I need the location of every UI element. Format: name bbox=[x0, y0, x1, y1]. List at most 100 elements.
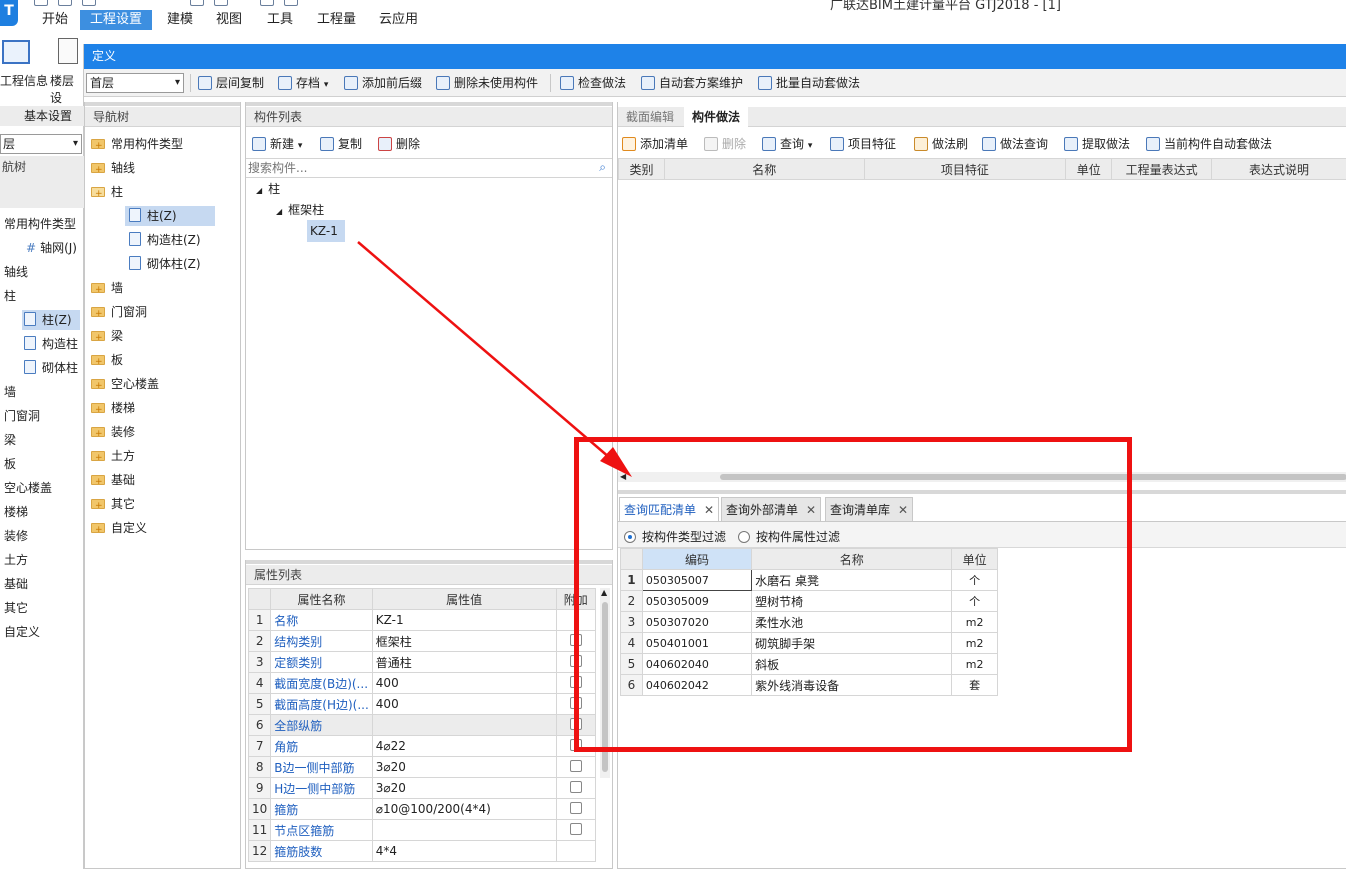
query-name[interactable]: 砌筑脚手架 bbox=[751, 632, 953, 654]
partial-item-decoration[interactable]: 装修 bbox=[4, 526, 28, 546]
partial-item-stairs[interactable]: 楼梯 bbox=[4, 502, 28, 522]
property-extra-checkbox[interactable] bbox=[569, 696, 582, 709]
check-method-button[interactable]: 检查做法 bbox=[560, 74, 626, 92]
nav-item-earthwork[interactable]: 土方 bbox=[91, 446, 135, 468]
query-code[interactable]: 050401001 bbox=[641, 632, 753, 654]
property-value[interactable]: 400 bbox=[371, 693, 557, 715]
component-search-input[interactable] bbox=[248, 160, 588, 176]
property-value[interactable]: 4⌀22 bbox=[371, 735, 557, 757]
property-extra-checkbox[interactable] bbox=[569, 780, 582, 793]
nav-item-common[interactable]: 常用构件类型 bbox=[91, 134, 183, 156]
new-component-button[interactable]: 新建 ▾ bbox=[252, 135, 302, 153]
delete-component-button[interactable]: 删除 bbox=[378, 135, 420, 153]
nav-item-stairs[interactable]: 楼梯 bbox=[91, 398, 135, 420]
filter-by-attribute-option[interactable]: 按构件属性过滤 bbox=[738, 528, 840, 545]
close-icon[interactable]: ✕ bbox=[704, 503, 714, 517]
scroll-left-icon[interactable]: ◀ bbox=[620, 472, 626, 482]
tab-modeling[interactable]: 建模 bbox=[157, 10, 203, 30]
tab-component-method[interactable]: 构件做法 bbox=[684, 107, 749, 128]
quick-access-tool3-icon[interactable] bbox=[260, 0, 274, 6]
component-tree-column[interactable]: ◢ 柱 bbox=[256, 179, 280, 199]
property-value[interactable]: 3⌀20 bbox=[371, 756, 557, 778]
partial-item-hollow-floor[interactable]: 空心楼盖 bbox=[4, 478, 52, 498]
property-extra-checkbox[interactable] bbox=[569, 717, 582, 730]
query-name[interactable]: 柔性水池 bbox=[751, 611, 953, 633]
partial-item-axis[interactable]: 轴线 bbox=[4, 262, 28, 282]
property-row[interactable]: 12 箍筋肢数 4*4 bbox=[247, 840, 597, 862]
tab-query-external-bills[interactable]: 查询外部清单 ✕ bbox=[721, 497, 822, 521]
component-tree-kz1[interactable]: KZ-1 bbox=[307, 220, 345, 242]
property-extra-checkbox[interactable] bbox=[569, 675, 582, 688]
partial-item-foundation[interactable]: 基础 bbox=[4, 574, 28, 594]
partial-item-column-z[interactable]: 柱(Z) bbox=[22, 310, 80, 330]
auto-apply-current-button[interactable]: 当前构件自动套做法 bbox=[1146, 135, 1272, 153]
query-code[interactable]: 040602042 bbox=[641, 674, 753, 696]
add-prefix-suffix-button[interactable]: 添加前后缀 bbox=[344, 74, 422, 92]
query-result-row[interactable]: 3 050307020 柔性水池 m2 bbox=[620, 611, 998, 633]
nav-item-custom[interactable]: 自定义 bbox=[91, 518, 147, 540]
query-header-code[interactable]: 编码 bbox=[641, 548, 753, 570]
batch-auto-method-button[interactable]: 批量自动套做法 bbox=[758, 74, 860, 92]
nav-item-column[interactable]: 柱 bbox=[91, 182, 123, 204]
nav-item-decoration[interactable]: 装修 bbox=[91, 422, 135, 444]
query-code[interactable]: 050305009 bbox=[641, 590, 753, 612]
quick-access-open-icon[interactable] bbox=[58, 0, 72, 6]
tab-query-bill-library[interactable]: 查询清单库 ✕ bbox=[825, 497, 914, 521]
query-result-row[interactable]: 1 050305007 水磨石 桌凳个 bbox=[620, 569, 998, 591]
property-value[interactable]: 3⌀20 bbox=[371, 777, 557, 799]
tab-cloud[interactable]: 云应用 bbox=[369, 10, 428, 30]
auto-scheme-maintain-button[interactable]: 自动套方案维护 bbox=[641, 74, 743, 92]
query-unit[interactable]: 套 bbox=[951, 674, 998, 696]
copy-between-floors-button[interactable]: 层间复制 bbox=[198, 74, 264, 92]
extract-method-button[interactable]: 提取做法 bbox=[1064, 135, 1130, 153]
property-scrollbar[interactable]: ▲ bbox=[600, 588, 610, 778]
nav-item-foundation[interactable]: 基础 bbox=[91, 470, 135, 492]
close-icon[interactable]: ✕ bbox=[898, 503, 908, 517]
filter-by-type-option[interactable]: 按构件类型过滤 bbox=[624, 528, 726, 545]
floor-settings-button[interactable]: 楼层设 bbox=[50, 72, 83, 106]
partial-item-wall[interactable]: 墙 bbox=[4, 382, 16, 402]
partial-item-grid[interactable]: # 轴网(J) bbox=[26, 238, 77, 258]
query-unit[interactable]: m2 bbox=[951, 611, 998, 633]
query-code[interactable]: 040602040 bbox=[641, 653, 753, 675]
property-row[interactable]: 4 截面宽度(B边)(... 400 bbox=[247, 672, 597, 694]
query-name[interactable]: 水磨石 桌凳 bbox=[751, 569, 953, 591]
project-info-icon[interactable] bbox=[2, 40, 30, 64]
collapse-triangle-icon[interactable]: ◢ bbox=[256, 186, 262, 195]
query-unit[interactable]: 个 bbox=[951, 590, 998, 612]
item-features-button[interactable]: 项目特征 bbox=[830, 135, 896, 153]
property-extra-checkbox[interactable] bbox=[569, 654, 582, 667]
property-extra-checkbox[interactable] bbox=[569, 822, 582, 835]
query-result-row[interactable]: 4 050401001 砌筑脚手架 m2 bbox=[620, 632, 998, 654]
query-name[interactable]: 塑树节椅 bbox=[751, 590, 953, 612]
property-value[interactable] bbox=[371, 819, 557, 841]
property-row[interactable]: 8 B边一侧中部筋 3⌀20 bbox=[247, 756, 597, 778]
property-extra-checkbox[interactable] bbox=[569, 801, 582, 814]
property-scrollbar-thumb[interactable] bbox=[602, 602, 608, 772]
component-tree-frame-column[interactable]: ◢ 框架柱 bbox=[276, 200, 324, 220]
tab-quantity[interactable]: 工程量 bbox=[307, 10, 366, 30]
property-row[interactable]: 7 角筋 4⌀22 bbox=[247, 735, 597, 757]
close-icon[interactable]: ✕ bbox=[806, 503, 816, 517]
quick-access-tool2-icon[interactable] bbox=[214, 0, 228, 6]
partial-item-custom[interactable]: 自定义 bbox=[4, 622, 40, 642]
method-hscrollbar-thumb[interactable] bbox=[720, 474, 1346, 480]
copy-component-button[interactable]: 复制 bbox=[320, 135, 362, 153]
quick-access-tool-icon[interactable] bbox=[190, 0, 204, 6]
nav-item-hollow-floor[interactable]: 空心楼盖 bbox=[91, 374, 159, 396]
property-row[interactable]: 9 H边一侧中部筋 3⌀20 bbox=[247, 777, 597, 799]
nav-item-constructional-column[interactable]: 构造柱(Z) bbox=[129, 230, 201, 250]
query-unit[interactable]: m2 bbox=[951, 632, 998, 654]
property-value[interactable]: 4*4 bbox=[371, 840, 557, 862]
quick-access-new-icon[interactable] bbox=[34, 0, 48, 6]
property-row[interactable]: 5 截面高度(H边)(... 400 bbox=[247, 693, 597, 715]
property-row[interactable]: 1 名称 KZ-1 bbox=[247, 609, 597, 631]
property-value[interactable]: 普通柱 bbox=[371, 651, 557, 673]
property-row[interactable]: 6 全部纵筋 bbox=[247, 714, 597, 736]
property-value[interactable]: 框架柱 bbox=[371, 630, 557, 652]
nav-item-column-z[interactable]: 柱(Z) bbox=[125, 206, 215, 226]
property-value[interactable]: 400 bbox=[371, 672, 557, 694]
nav-item-other[interactable]: 其它 bbox=[91, 494, 135, 516]
floor-select-partial[interactable]: 层 ▾ bbox=[0, 134, 82, 154]
quick-access-tool4-icon[interactable] bbox=[284, 0, 298, 6]
